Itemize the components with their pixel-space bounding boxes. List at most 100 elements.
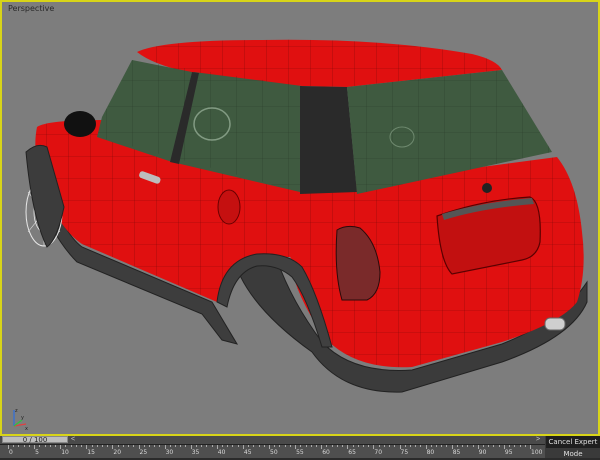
ruler-label: 75 xyxy=(400,449,409,456)
ruler-tick xyxy=(169,445,171,447)
ruler-label: 50 xyxy=(270,449,278,456)
side-mirror xyxy=(64,111,96,137)
ruler-label: 25 xyxy=(139,449,148,456)
ruler-tick xyxy=(514,445,516,447)
ruler-tick xyxy=(258,445,260,447)
ruler-tick xyxy=(75,445,77,447)
ruler-label: 15 xyxy=(87,449,95,456)
ruler-tick xyxy=(467,445,469,447)
ruler-tick xyxy=(362,445,364,447)
time-slider-track[interactable]: 0 / 100 < > xyxy=(0,436,545,445)
ruler-tick xyxy=(357,445,359,447)
ruler-label: 55 xyxy=(296,449,304,456)
cancel-expert-mode-button[interactable]: Cancel Expert Mode xyxy=(546,436,600,458)
svg-text:x: x xyxy=(25,426,28,432)
ruler-tick xyxy=(227,445,229,447)
ruler-label: 35 xyxy=(191,449,200,456)
next-frame-arrow[interactable]: > xyxy=(533,436,543,444)
ruler-tick xyxy=(368,445,370,447)
ruler-tick xyxy=(300,445,302,447)
ruler-tick xyxy=(263,445,265,447)
ruler-tick xyxy=(415,445,417,447)
ruler-tick xyxy=(154,445,156,447)
ruler-tick xyxy=(472,445,474,447)
ruler-tick xyxy=(430,445,432,447)
svg-text:z: z xyxy=(15,408,18,414)
svg-text:y: y xyxy=(21,415,24,421)
ruler-tick xyxy=(70,445,72,447)
ruler-tick xyxy=(404,445,406,447)
ruler-tick xyxy=(175,445,177,447)
ruler-tick xyxy=(133,445,135,447)
ruler-label: 0 xyxy=(9,449,13,456)
ruler-tick xyxy=(28,445,30,447)
fuel-cap xyxy=(217,189,241,225)
time-slider-thumb[interactable]: 0 / 100 xyxy=(2,436,68,444)
car-model[interactable] xyxy=(2,2,598,434)
ruler-tick xyxy=(378,445,380,447)
ruler-tick xyxy=(185,445,187,447)
ruler-tick xyxy=(331,445,333,447)
ruler-tick xyxy=(389,445,391,447)
ruler-tick xyxy=(49,445,51,447)
ruler-tick xyxy=(352,445,354,447)
ruler-tick xyxy=(159,445,161,447)
ruler-tick xyxy=(206,445,208,447)
ruler-tick xyxy=(279,445,281,447)
ruler-tick xyxy=(336,445,338,447)
ruler-tick xyxy=(326,445,328,447)
ruler-tick xyxy=(253,445,255,447)
ruler-tick xyxy=(232,445,234,447)
ruler-tick xyxy=(509,445,511,447)
ruler-label: 10 xyxy=(61,449,69,456)
ruler-tick xyxy=(274,445,276,447)
ruler-tick xyxy=(284,445,286,447)
ruler-tick xyxy=(456,445,458,447)
ruler-tick xyxy=(211,445,213,447)
ruler-tick xyxy=(117,445,119,447)
ruler-tick xyxy=(65,445,67,447)
ruler-tick xyxy=(143,445,145,447)
ruler-tick xyxy=(498,445,500,447)
ruler-tick xyxy=(483,445,485,447)
bottom-bar: 0 / 100 < > Cancel Expert Mode 0 5 10 15 20 2… xyxy=(0,436,600,458)
ruler-tick xyxy=(13,445,15,447)
ruler-tick xyxy=(148,445,150,447)
axis-tripod: z x y xyxy=(13,408,28,432)
ruler-tick xyxy=(315,445,317,447)
ruler-tick xyxy=(383,445,385,447)
ruler-tick xyxy=(107,445,109,447)
ruler-label: 45 xyxy=(243,449,252,456)
ruler-tick xyxy=(222,445,224,447)
ruler-tick xyxy=(289,445,291,447)
ruler-tick xyxy=(96,445,98,447)
ruler-label: 80 xyxy=(426,449,435,456)
ruler-label: 90 xyxy=(478,449,487,456)
ruler-tick xyxy=(305,445,307,447)
ruler-tick xyxy=(18,445,20,447)
ruler-tick xyxy=(436,445,438,447)
ruler-tick xyxy=(101,445,103,447)
ruler-tick xyxy=(201,445,203,447)
ruler-label: 40 xyxy=(217,449,226,456)
ruler-label: 70 xyxy=(374,449,383,456)
ruler-label: 60 xyxy=(322,449,330,456)
ruler-tick xyxy=(409,445,411,447)
ruler-label: 30 xyxy=(165,449,174,456)
prev-frame-arrow[interactable]: < xyxy=(68,436,78,444)
ruler-tick xyxy=(91,445,93,447)
exhaust-pipe xyxy=(544,317,566,331)
perspective-viewport[interactable]: Perspective z x y xyxy=(0,0,600,436)
timeline-ruler[interactable]: 0 5 10 15 20 25 30 35 40 45 50 55 60 65 70 75 80 85 90 95 10… xyxy=(0,445,545,458)
ruler-tick xyxy=(54,445,56,447)
ruler-label: 5 xyxy=(35,449,39,456)
ruler-tick xyxy=(462,445,464,447)
ruler-tick xyxy=(23,445,25,447)
ruler-tick xyxy=(128,445,130,447)
ruler-tick xyxy=(39,445,41,447)
ruler-tick xyxy=(44,445,46,447)
ruler-tick xyxy=(441,445,443,447)
ruler-tick xyxy=(237,445,239,447)
ruler-tick xyxy=(310,445,312,447)
ruler-tick xyxy=(248,445,250,447)
